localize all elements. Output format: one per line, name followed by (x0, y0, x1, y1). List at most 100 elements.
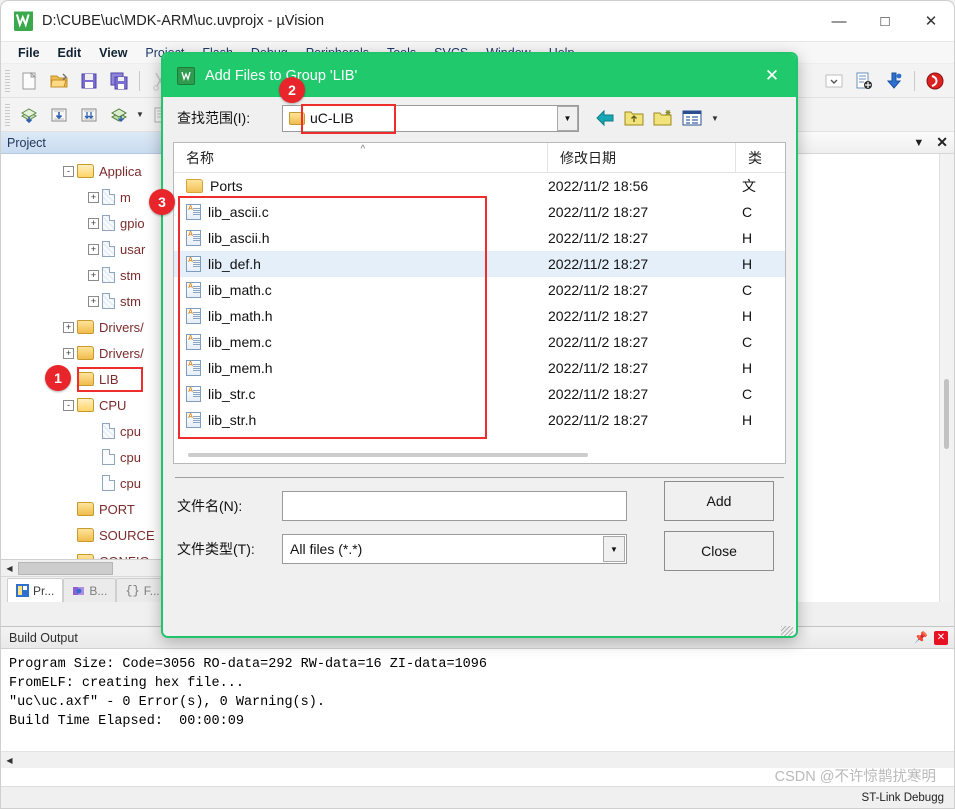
close-button[interactable]: Close (664, 531, 774, 571)
dialog-resize-handle[interactable] (781, 626, 793, 636)
look-in-dropdown-button[interactable]: ▼ (557, 105, 578, 131)
file-date-cell: 2022/11/2 18:27 (548, 282, 649, 298)
scrollbar-thumb[interactable] (18, 561, 113, 575)
dialog-nav-buttons: ▼ (593, 106, 721, 130)
main-toolbar-right (819, 67, 954, 95)
scrollbar-thumb[interactable] (944, 379, 949, 449)
close-button[interactable]: ✕ (908, 1, 954, 42)
caret-down-icon[interactable]: ▼ (709, 114, 721, 123)
c-file-icon (186, 230, 201, 246)
save-all-icon[interactable] (104, 67, 134, 95)
scroll-left-arrow-icon[interactable]: ◀ (1, 752, 18, 768)
file-date-cell: 2022/11/2 18:56 (548, 178, 649, 194)
expander-expand-icon[interactable]: + (88, 269, 99, 281)
expander-collapse-icon[interactable]: - (63, 399, 74, 411)
c-file-icon (186, 282, 201, 298)
c-file-icon (186, 412, 201, 428)
file-name-label: lib_mem.c (208, 334, 272, 350)
close-icon[interactable]: ✕ (936, 134, 948, 151)
dialog-divider (175, 477, 784, 478)
save-icon[interactable] (74, 67, 104, 95)
views-icon[interactable] (680, 106, 704, 130)
file-date-cell: 2022/11/2 18:27 (548, 386, 649, 402)
file-name-label: 文件名(N): (177, 498, 243, 514)
look-in-combo[interactable]: uC-LIB ▼ (282, 103, 579, 134)
file-list-item-lib-mem-h[interactable]: lib_mem.h 2022/11/2 18:27 H (174, 355, 785, 381)
tree-item-label: usar (120, 241, 146, 257)
minimize-button[interactable]: — (816, 1, 862, 42)
add-button[interactable]: Add (664, 481, 774, 521)
file-list-item-ports[interactable]: Ports 2022/11/2 18:56 文 (174, 173, 785, 199)
scrollbar-thumb[interactable] (188, 453, 588, 457)
new-file-icon[interactable] (14, 67, 44, 95)
file-name-input[interactable] (282, 491, 627, 521)
editor-vertical-scrollbar[interactable] (939, 154, 954, 602)
tab-books[interactable]: B... (63, 578, 117, 602)
close-icon[interactable]: ✕ (934, 630, 948, 645)
file-list-item-lib-mem-c[interactable]: lib_mem.c 2022/11/2 18:27 C (174, 329, 785, 355)
expander-expand-icon[interactable]: + (63, 321, 74, 333)
batch-build-icon[interactable] (104, 101, 134, 129)
back-arrow-icon[interactable] (593, 106, 617, 130)
file-name-label: Ports (210, 178, 243, 194)
toolbar-divider-2 (914, 70, 915, 91)
up-folder-icon[interactable] (622, 106, 646, 130)
tree-item-label: CPU (99, 397, 127, 413)
pin-icon[interactable]: 📌 (914, 631, 928, 645)
debug-icon[interactable] (920, 67, 950, 95)
file-type-select[interactable]: All files (*.*) ▼ (282, 534, 627, 564)
column-header-date[interactable]: 修改日期 (548, 143, 736, 172)
c-file-icon (186, 308, 201, 324)
menu-view[interactable]: View (90, 44, 136, 62)
maximize-button[interactable]: □ (862, 1, 908, 42)
uvision-main-window: D:\CUBE\uc\MDK-ARM\uc.uvprojx - µVision … (0, 0, 955, 809)
configure-target-icon[interactable] (849, 67, 879, 95)
column-header-type[interactable]: 类 (736, 143, 785, 172)
file-list-item-lib-str-c[interactable]: lib_str.c 2022/11/2 18:27 C (174, 381, 785, 407)
tab-label: F... (143, 583, 160, 598)
column-header-name[interactable]: 名称 ^ (174, 143, 548, 172)
file-list[interactable]: 名称 ^ 修改日期 类 Ports 2022/11/2 18:56 文 A li… (173, 142, 786, 464)
translate-icon[interactable] (14, 101, 44, 129)
download-icon[interactable] (879, 67, 909, 95)
file-list-item-lib-ascii-h[interactable]: lib_ascii.h 2022/11/2 18:27 H (174, 225, 785, 251)
rebuild-icon[interactable] (74, 101, 104, 129)
expander-expand-icon[interactable]: + (88, 295, 99, 307)
project-icon (16, 584, 29, 597)
expander-expand-icon[interactable]: + (88, 243, 99, 255)
build-toolbar-grip[interactable] (5, 103, 10, 126)
expander-expand-icon[interactable]: + (88, 191, 99, 203)
file-list-item-lib-str-h[interactable]: lib_str.h 2022/11/2 18:27 H (174, 407, 785, 433)
expander-expand-icon[interactable]: + (63, 347, 74, 359)
tree-item-label: cpu (120, 423, 141, 439)
dialog-close-button[interactable]: ✕ (748, 54, 796, 97)
dialog-titlebar: Add Files to Group 'LIB' ✕ (163, 54, 796, 97)
file-list-horizontal-scrollbar[interactable] (174, 447, 785, 463)
caret-down-icon[interactable]: ▼ (134, 110, 146, 119)
file-list-item-lib-math-c[interactable]: lib_math.c 2022/11/2 18:27 C (174, 277, 785, 303)
c-file-icon (186, 334, 201, 350)
chevron-down-icon[interactable] (819, 67, 849, 95)
tab-project[interactable]: Pr... (7, 578, 64, 602)
caret-down-icon[interactable]: ▼ (913, 137, 924, 149)
scroll-left-arrow-icon[interactable]: ◀ (1, 560, 18, 576)
build-icon[interactable] (44, 101, 74, 129)
folder-open-icon (77, 398, 94, 412)
open-folder-icon[interactable] (44, 67, 74, 95)
toolbar-grip[interactable] (5, 69, 10, 92)
file-type-dropdown-button[interactable]: ▼ (603, 536, 625, 562)
menu-edit[interactable]: Edit (49, 44, 91, 62)
tab-label: B... (89, 583, 108, 598)
file-list-item-lib-ascii-c[interactable]: lib_ascii.c 2022/11/2 18:27 C (174, 199, 785, 225)
menu-file[interactable]: File (9, 44, 49, 62)
file-list-item-lib-math-h[interactable]: lib_math.h 2022/11/2 18:27 H (174, 303, 785, 329)
build-output-pane: Build Output 📌 ✕ Program Size: Code=3056… (1, 626, 954, 786)
expander-expand-icon[interactable]: + (88, 217, 99, 229)
expander-collapse-icon[interactable]: - (63, 165, 74, 177)
tree-item-label: stm (120, 267, 141, 283)
new-folder-icon[interactable] (651, 106, 675, 130)
file-type-value: All files (*.*) (290, 541, 363, 557)
look-in-label: 查找范围(I): (177, 110, 251, 126)
file-list-item-lib-def-h[interactable]: lib_def.h 2022/11/2 18:27 H (174, 251, 785, 277)
folder-open-icon (77, 164, 94, 178)
